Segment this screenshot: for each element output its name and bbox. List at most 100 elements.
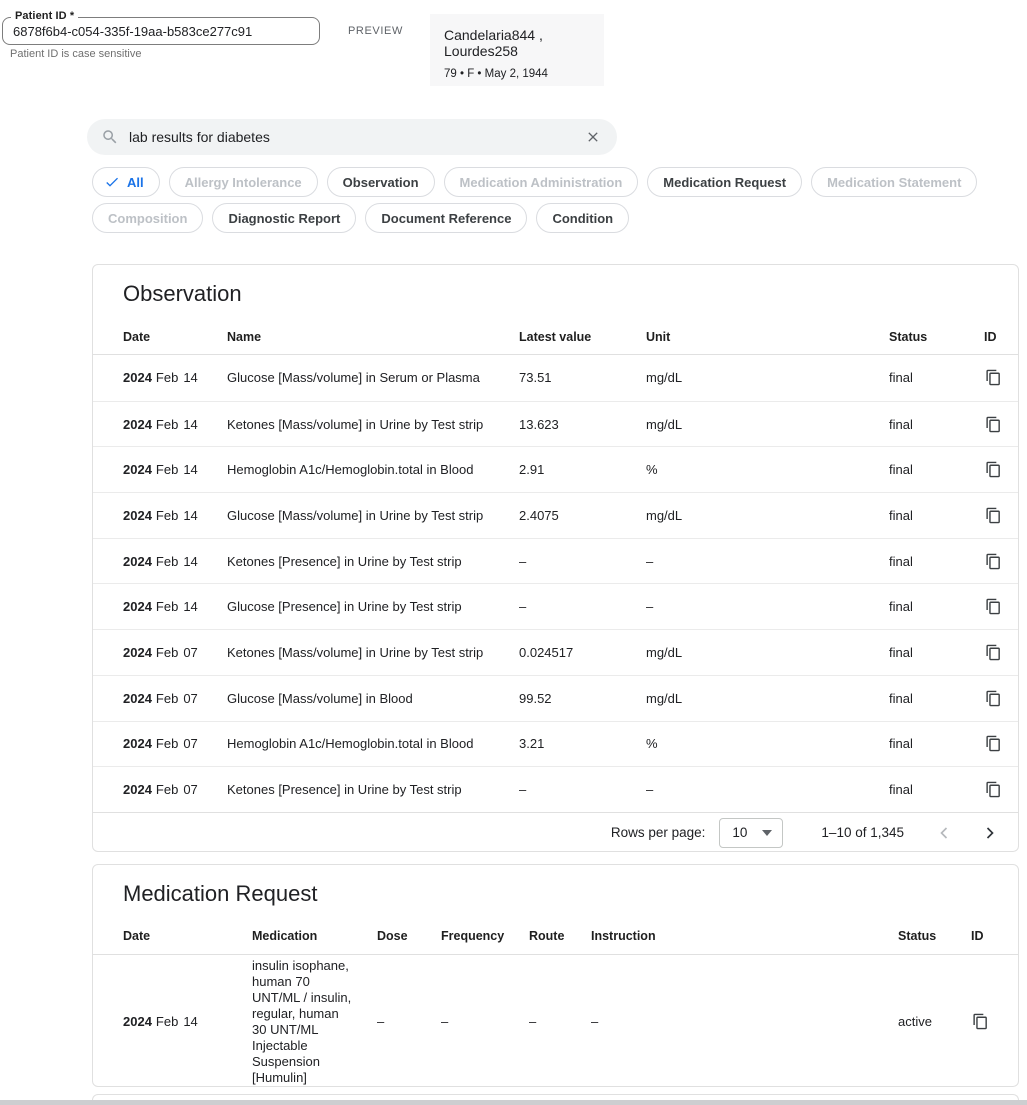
chevron-right-icon	[980, 823, 1000, 843]
chip-label: Document Reference	[381, 211, 511, 226]
table-row: 2024Feb14 Ketones [Mass/volume] in Urine…	[93, 401, 1018, 447]
copy-icon	[985, 369, 1002, 386]
date-cell: 2024Feb14	[123, 1014, 252, 1029]
unit-cell: mg/dL	[646, 417, 889, 432]
date-cell: 2024Feb07	[123, 645, 227, 660]
patient-id-field[interactable]: Patient ID *	[2, 17, 320, 45]
column-header-dose: Dose	[377, 929, 441, 943]
table-row: 2024Feb07 Glucose [Mass/volume] in Blood…	[93, 675, 1018, 721]
column-header-latest-value: Latest value	[519, 330, 646, 344]
chip-medication-statement: Medication Statement	[811, 167, 977, 197]
table-row: 2024Feb07 Hemoglobin A1c/Hemoglobin.tota…	[93, 721, 1018, 767]
unit-cell: –	[646, 599, 889, 614]
unit-cell: –	[646, 782, 889, 797]
column-header-date: Date	[123, 929, 252, 943]
chip-observation[interactable]: Observation	[327, 167, 435, 197]
date-cell: 2024Feb07	[123, 691, 227, 706]
chip-label: Diagnostic Report	[228, 211, 340, 226]
status-cell: final	[889, 782, 984, 797]
copy-id-button[interactable]	[984, 460, 1003, 479]
column-header-route: Route	[529, 929, 591, 943]
rows-per-page-select[interactable]: 10	[719, 818, 783, 848]
column-header-status: Status	[889, 330, 984, 344]
unit-cell: %	[646, 462, 889, 477]
status-cell: final	[889, 417, 984, 432]
chip-composition: Composition	[92, 203, 203, 233]
status-cell: final	[889, 691, 984, 706]
copy-icon	[985, 644, 1002, 661]
date-cell: 2024Feb14	[123, 508, 227, 523]
instruction-cell: –	[591, 1014, 898, 1029]
search-input[interactable]	[129, 129, 583, 145]
chip-allergy-intolerance: Allergy Intolerance	[169, 167, 318, 197]
date-cell: 2024Feb14	[123, 599, 227, 614]
copy-id-button[interactable]	[984, 415, 1003, 434]
route-cell: –	[529, 1014, 591, 1029]
value-cell: 3.21	[519, 736, 646, 751]
chip-all[interactable]: All	[92, 167, 160, 197]
search-bar[interactable]	[87, 119, 617, 155]
close-icon	[585, 129, 601, 145]
copy-id-button[interactable]	[984, 506, 1003, 525]
copy-id-button[interactable]	[984, 597, 1003, 616]
status-cell: final	[889, 645, 984, 660]
copy-id-button[interactable]	[984, 780, 1003, 799]
chip-label: Medication Statement	[827, 175, 961, 190]
date-cell: 2024Feb14	[123, 417, 227, 432]
value-cell: –	[519, 554, 646, 569]
chip-label: Allergy Intolerance	[185, 175, 302, 190]
patient-id-input[interactable]	[3, 18, 319, 44]
chip-label: Medication Administration	[460, 175, 623, 190]
column-header-medication: Medication	[252, 929, 377, 943]
status-cell: active	[898, 1014, 971, 1029]
status-cell: final	[889, 508, 984, 523]
copy-id-button[interactable]	[971, 1012, 990, 1031]
name-cell: Ketones [Presence] in Urine by Test stri…	[227, 782, 519, 797]
date-cell: 2024Feb07	[123, 782, 227, 797]
table-row: 2024Feb14 Hemoglobin A1c/Hemoglobin.tota…	[93, 446, 1018, 492]
chip-diagnostic-report[interactable]: Diagnostic Report	[212, 203, 356, 233]
table-row: 2024Feb14 Glucose [Mass/volume] in Urine…	[93, 492, 1018, 538]
pagination-range: 1–10 of 1,345	[821, 825, 904, 840]
copy-icon	[985, 507, 1002, 524]
copy-id-button[interactable]	[984, 643, 1003, 662]
table-row: 2024Feb07 Ketones [Mass/volume] in Urine…	[93, 629, 1018, 675]
column-header-id: ID	[971, 929, 1002, 943]
unit-cell: mg/dL	[646, 508, 889, 523]
value-cell: 0.024517	[519, 645, 646, 660]
table-row: 2024Feb14 Ketones [Presence] in Urine by…	[93, 538, 1018, 584]
chip-document-reference[interactable]: Document Reference	[365, 203, 527, 233]
chip-label: Condition	[552, 211, 613, 226]
chip-condition[interactable]: Condition	[536, 203, 629, 233]
value-cell: 2.4075	[519, 508, 646, 523]
date-cell: 2024Feb14	[123, 370, 227, 385]
copy-id-button[interactable]	[984, 552, 1003, 571]
copy-icon	[972, 1013, 989, 1030]
observation-title: Observation	[93, 265, 1018, 319]
chip-label: Composition	[108, 211, 187, 226]
chevron-left-icon	[934, 823, 954, 843]
copy-id-button[interactable]	[984, 734, 1003, 753]
copy-id-button[interactable]	[984, 689, 1003, 708]
column-header-frequency: Frequency	[441, 929, 529, 943]
search-icon	[101, 128, 119, 146]
horizontal-scrollbar[interactable]	[0, 1100, 1027, 1105]
status-cell: final	[889, 462, 984, 477]
frequency-cell: –	[441, 1014, 529, 1029]
name-cell: Glucose [Presence] in Urine by Test stri…	[227, 599, 519, 614]
preview-label: PREVIEW	[348, 25, 403, 37]
unit-cell: mg/dL	[646, 645, 889, 660]
table-row: 2024Feb14 insulin isophane, human 70 UNT…	[93, 955, 1018, 1088]
copy-id-button[interactable]	[984, 368, 1003, 387]
name-cell: Hemoglobin A1c/Hemoglobin.total in Blood	[227, 462, 519, 477]
chip-medication-request[interactable]: Medication Request	[647, 167, 802, 197]
chip-medication-administration: Medication Administration	[444, 167, 639, 197]
observation-card: Observation Date Name Latest value Unit …	[92, 264, 1019, 852]
rows-per-page-label: Rows per page:	[611, 825, 706, 840]
table-row: 2024Feb14 Glucose [Mass/volume] in Serum…	[93, 355, 1018, 401]
copy-icon	[985, 735, 1002, 752]
clear-search-button[interactable]	[583, 127, 603, 147]
name-cell: Ketones [Presence] in Urine by Test stri…	[227, 554, 519, 569]
copy-icon	[985, 598, 1002, 615]
next-page-button[interactable]	[978, 821, 1002, 845]
